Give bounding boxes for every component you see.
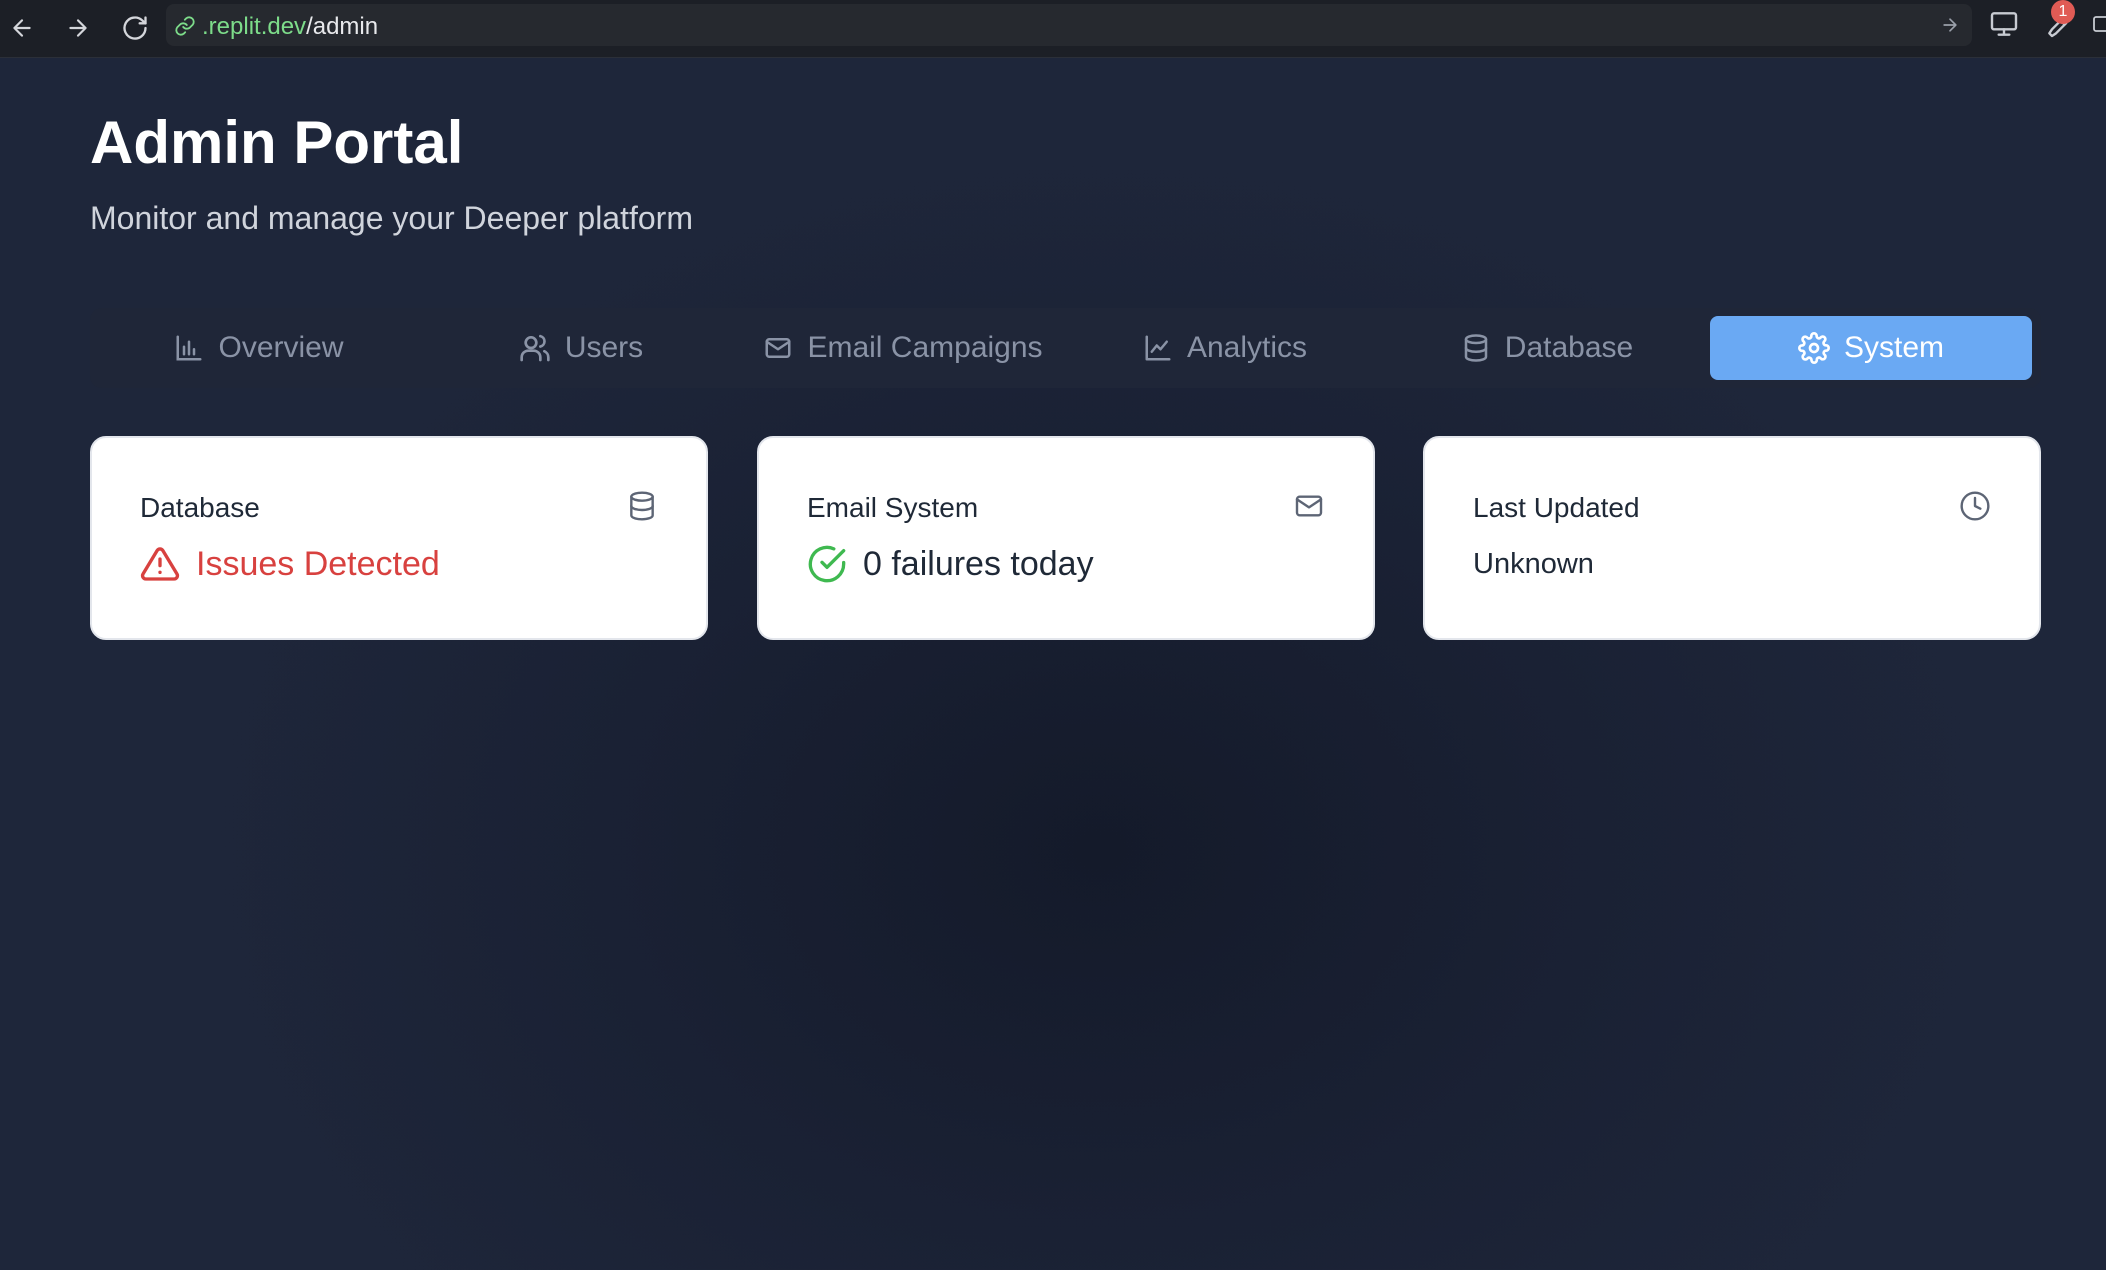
last-updated-card: Last Updated Unknown xyxy=(1423,436,2041,640)
tab-label: Database xyxy=(1504,331,1634,364)
url-path: /admin xyxy=(306,13,379,40)
tab-label: Overview xyxy=(218,331,344,364)
address-bar[interactable]: .replit.dev/admin xyxy=(166,4,1972,46)
forward-button[interactable] xyxy=(58,8,98,48)
browser-toolbar: .replit.dev/admin 1 xyxy=(0,0,2106,58)
reload-icon xyxy=(123,16,147,40)
users-icon xyxy=(520,334,550,362)
mail-icon xyxy=(1295,495,1323,517)
tab-system[interactable]: System xyxy=(1710,316,2032,380)
tab-analytics[interactable]: Analytics xyxy=(1064,316,1386,380)
bar-chart-icon xyxy=(176,335,202,361)
email-status: 0 failures today xyxy=(807,544,1094,584)
tab-database[interactable]: Database xyxy=(1386,316,1708,380)
link-icon xyxy=(175,16,195,36)
database-status-card: Database Issues Detected xyxy=(90,436,708,640)
tab-users[interactable]: Users xyxy=(420,316,742,380)
clock-icon xyxy=(1960,491,1990,521)
url-text: .replit.dev/admin xyxy=(202,13,378,41)
card-icon xyxy=(1959,490,1991,527)
notification-badge: 1 xyxy=(2051,0,2075,24)
tab-label: Users xyxy=(564,331,644,364)
gear-icon xyxy=(1798,332,1830,364)
card-icon xyxy=(1293,490,1325,527)
line-chart-icon xyxy=(1145,335,1171,361)
arrow-left-icon xyxy=(13,19,31,37)
check-circle-icon xyxy=(808,545,846,583)
tab-bar: Overview Users Email Campaigns Analytics… xyxy=(90,308,2041,388)
database-status: Issues Detected xyxy=(140,544,440,584)
card-icon xyxy=(626,490,658,527)
tab-label: Analytics xyxy=(1186,331,1308,364)
status-text: Issues Detected xyxy=(196,544,440,583)
card-title: Email System xyxy=(807,492,979,523)
page-subtitle: Monitor and manage your Deeper platform xyxy=(90,200,693,236)
tab-email-campaigns[interactable]: Email Campaigns xyxy=(742,316,1064,380)
reload-button[interactable] xyxy=(115,8,155,48)
mail-icon xyxy=(765,338,791,358)
email-status-card: Email System 0 failures today xyxy=(757,436,1375,640)
tab-label: Email Campaigns xyxy=(807,331,1043,364)
warning-icon xyxy=(140,547,180,581)
monitor-icon[interactable] xyxy=(1988,8,2020,40)
database-icon xyxy=(1464,334,1488,362)
database-icon xyxy=(630,491,654,521)
tab-overview[interactable]: Overview xyxy=(98,316,420,380)
extension-icon[interactable] xyxy=(2090,8,2106,40)
back-button[interactable] xyxy=(2,8,42,48)
card-title: Last Updated xyxy=(1473,492,1640,523)
card-title: Database xyxy=(140,492,260,523)
tab-label: System xyxy=(1843,331,1945,364)
arrow-right-icon xyxy=(69,19,87,37)
go-arrow-icon[interactable] xyxy=(1940,15,1960,35)
status-text: 0 failures today xyxy=(863,544,1094,583)
page-title: Admin Portal xyxy=(90,109,464,176)
last-updated-value: Unknown xyxy=(1473,548,1594,580)
url-domain: .replit.dev xyxy=(202,13,307,40)
